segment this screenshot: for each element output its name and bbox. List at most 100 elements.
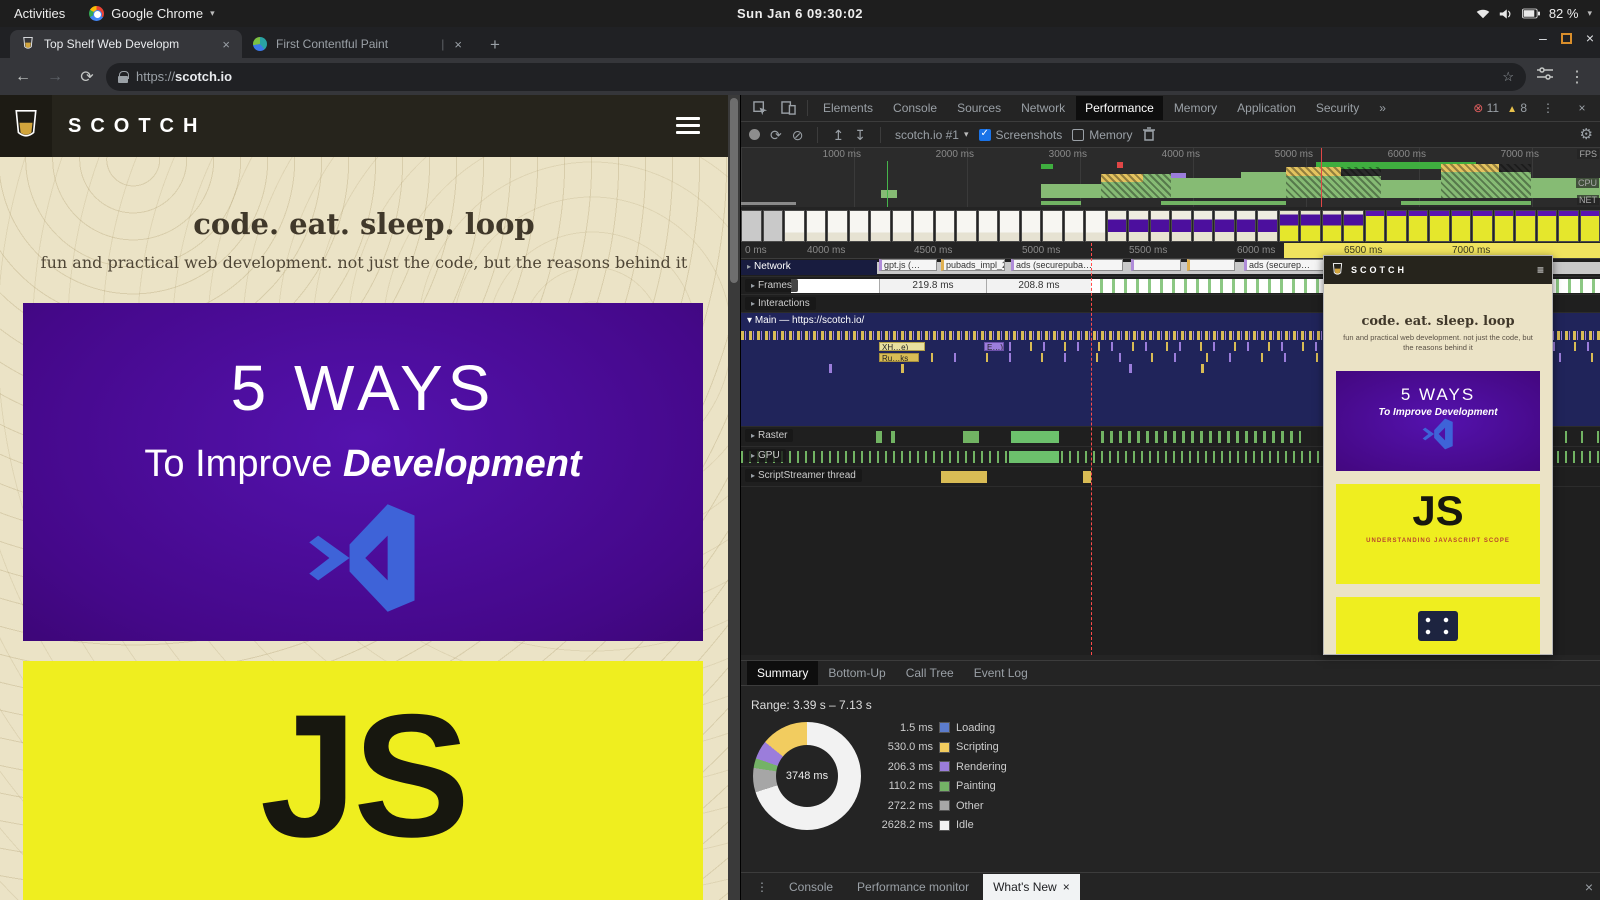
flame-event[interactable]: E…) [984,342,1004,351]
network-request[interactable]: pubads_impl_28… [941,259,1005,271]
tab-event-log[interactable]: Event Log [964,661,1038,685]
filmstrip-thumb[interactable] [1020,209,1041,242]
filmstrip-thumb[interactable] [1472,209,1493,242]
tab-performance[interactable]: Performance [1076,96,1163,120]
network-request[interactable] [1187,259,1235,271]
drawer-tab-console[interactable]: Console [779,874,843,900]
close-button[interactable]: × [1586,30,1594,46]
network-request[interactable] [1131,259,1181,271]
save-profile-icon[interactable]: ↧ [854,128,866,142]
timeline-overview[interactable]: 1000 ms 2000 ms 3000 ms 4000 ms 5000 ms … [741,148,1600,207]
filmstrip-thumb[interactable] [1214,209,1235,242]
drawer-tab-whats-new[interactable]: What's New × [983,873,1080,900]
page-scrollbar[interactable] [728,95,740,900]
frame-duration[interactable]: 208.8 ms [986,279,1091,293]
app-menu[interactable]: Google Chrome ▾ [79,6,224,21]
tab-close-icon[interactable]: × [1063,880,1070,894]
minimize-button[interactable]: – [1539,30,1547,46]
scrollbar-thumb[interactable] [730,98,738,283]
tab-console[interactable]: Console [884,96,946,120]
network-request[interactable]: ads (securep… [1244,259,1324,271]
filmstrip-thumb[interactable] [805,209,826,242]
forward-button[interactable]: → [42,68,68,86]
clock[interactable]: Sun Jan 6 09:30:02 [737,6,863,21]
drawer-close-icon[interactable]: × [1585,879,1593,895]
tab-sources[interactable]: Sources [948,96,1010,120]
drawer-menu-icon[interactable]: ⋮ [749,877,775,897]
tune-icon[interactable] [1532,67,1558,86]
flame-event[interactable]: Ru…ks [879,353,919,362]
filmstrip-thumb[interactable] [891,209,912,242]
browser-tab-scotch[interactable]: Top Shelf Web Developm × [10,30,242,58]
filmstrip-thumb[interactable] [1106,209,1127,242]
lock-icon[interactable] [118,70,129,83]
filmstrip-thumb[interactable] [1300,209,1321,242]
screenshots-checkbox[interactable]: Screenshots [978,128,1062,142]
browser-menu-icon[interactable]: ⋮ [1564,67,1590,87]
tab-call-tree[interactable]: Call Tree [896,661,964,685]
tab-memory[interactable]: Memory [1165,96,1226,120]
tab-close-icon[interactable]: × [452,37,464,52]
network-request[interactable]: gpt.js (… [879,259,937,271]
tab-elements[interactable]: Elements [814,96,882,120]
record-button[interactable] [749,129,760,140]
memory-checkbox[interactable]: Memory [1072,128,1133,142]
filmstrip-thumb[interactable] [956,209,977,242]
tab-security[interactable]: Security [1307,96,1368,120]
back-button[interactable]: ← [10,68,36,86]
flame-event[interactable]: XH…e) [879,342,925,351]
frame-duration[interactable]: 219.8 ms [879,279,986,293]
article-card-5-ways[interactable]: 5 WAYS To Improve Development [23,303,703,641]
network-request[interactable]: ads (securepuba… [1011,259,1123,271]
capture-settings-icon[interactable]: ⚙ [1580,127,1593,142]
filmstrip-thumb[interactable] [1128,209,1149,242]
device-toolbar-icon[interactable] [775,98,801,118]
filmstrip-thumb[interactable] [1235,209,1256,242]
filmstrip-thumb[interactable] [977,209,998,242]
filmstrip-thumb[interactable] [784,209,805,242]
warning-count-badge[interactable]: ▲ 8 [1507,101,1527,115]
filmstrip-thumb[interactable] [1579,209,1600,242]
site-brand[interactable]: SCOTCH [68,115,206,138]
load-profile-icon[interactable]: ↥ [832,128,844,142]
filmstrip-thumb[interactable] [1343,209,1364,242]
timeline-playhead[interactable] [1091,243,1092,655]
filmstrip-thumb[interactable] [1493,209,1514,242]
more-tabs-button[interactable]: » [1370,96,1395,120]
filmstrip-thumb[interactable] [762,209,783,242]
filmstrip-thumb[interactable] [741,209,762,242]
devtools-menu-icon[interactable]: ⋮ [1535,98,1561,118]
filmstrip-thumb[interactable] [1536,209,1557,242]
tab-bottom-up[interactable]: Bottom-Up [818,661,895,685]
filmstrip-thumb[interactable] [1257,209,1278,242]
new-tab-button[interactable]: + [482,32,508,58]
system-tray[interactable]: 82 % ▾ [1476,6,1592,21]
error-count-badge[interactable]: ⊗ 11 [1473,101,1499,115]
filmstrip-thumb[interactable] [934,209,955,242]
filmstrip-thumb[interactable] [999,209,1020,242]
tab-summary[interactable]: Summary [747,661,819,685]
filmstrip-thumb[interactable] [827,209,848,242]
clear-recording-icon[interactable]: ⊘ [792,128,804,142]
filmstrip-thumb[interactable] [1429,209,1450,242]
activities-button[interactable]: Activities [0,6,79,21]
filmstrip-thumb[interactable] [848,209,869,242]
filmstrip-thumb[interactable] [1515,209,1536,242]
filmstrip-thumb[interactable] [1450,209,1471,242]
scotch-logo[interactable] [0,95,52,157]
drawer-tab-performance-monitor[interactable]: Performance monitor [847,874,979,900]
tab-network[interactable]: Network [1012,96,1074,120]
filmstrip-thumb[interactable] [1171,209,1192,242]
filmstrip[interactable] [741,207,1600,243]
filmstrip-thumb[interactable] [1364,209,1385,242]
filmstrip-thumb[interactable] [1149,209,1170,242]
browser-tab-fcp[interactable]: First Contentful Paint | × [242,30,474,58]
filmstrip-thumb[interactable] [913,209,934,242]
filmstrip-thumb[interactable] [870,209,891,242]
filmstrip-thumb[interactable] [1063,209,1084,242]
reload-button[interactable]: ⟳ [74,67,100,87]
filmstrip-thumb[interactable] [1558,209,1579,242]
inspect-element-icon[interactable] [747,98,773,118]
article-card-js[interactable]: JS [23,661,703,900]
hamburger-menu-icon[interactable] [676,117,700,138]
